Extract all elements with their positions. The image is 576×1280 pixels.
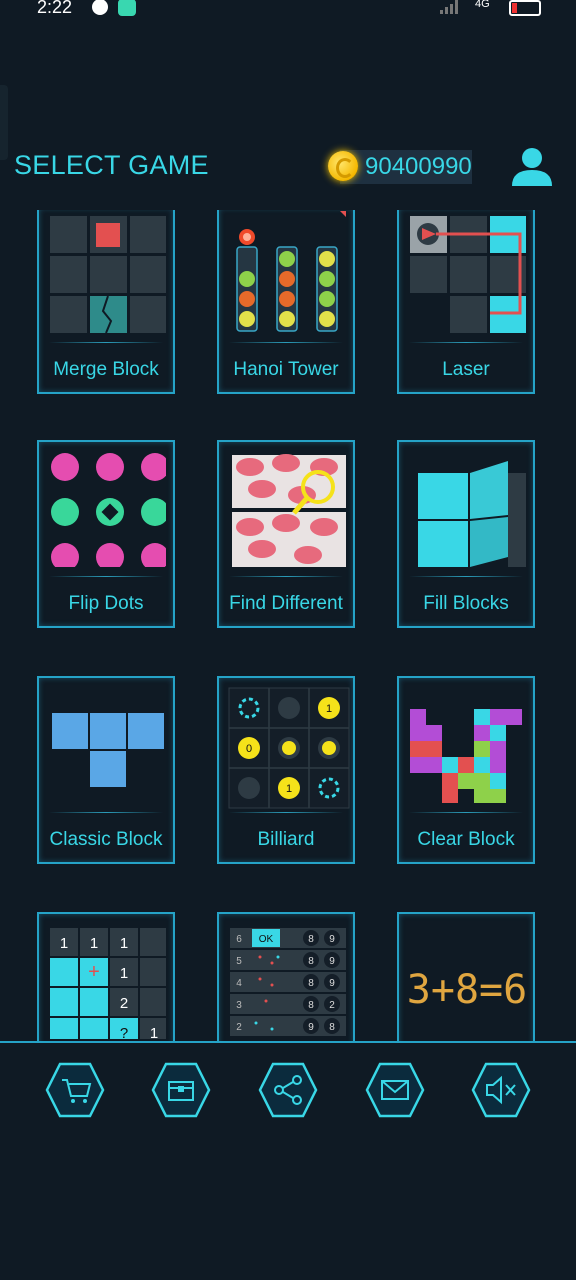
game-card-fill-blocks[interactable]: Fill Blocks (397, 440, 535, 628)
nonogram-thumbnail: + 1 1 1 1 2 ? 1 (50, 928, 166, 1039)
game-card-nonogram[interactable]: + 1 1 1 1 2 ? 1 (37, 912, 175, 1042)
share-button[interactable] (258, 1060, 318, 1120)
game-label: Laser (442, 359, 490, 380)
nonogram-clue: 1 (120, 935, 128, 952)
coin-balance: 90400990 (365, 153, 472, 180)
game-grid[interactable]: Merge Block Hanoi Tower Laser Flip Dots … (0, 210, 576, 1042)
card-divider (409, 342, 523, 343)
nonogram-clue: 1 (60, 935, 68, 952)
game-label: Hanoi Tower (233, 359, 339, 380)
bottom-toolbar (0, 1060, 576, 1122)
dice-value: 9 (308, 1022, 314, 1033)
card-divider (49, 576, 163, 577)
chest-button[interactable] (151, 1060, 211, 1120)
clear-block-thumbnail (410, 709, 522, 803)
classic-block-thumbnail (52, 713, 164, 787)
game-card-merge-block[interactable]: Merge Block (37, 210, 175, 394)
dice-row-number: 4 (236, 978, 242, 989)
nonogram-clue: ? (120, 1025, 128, 1039)
game-card-classic-block[interactable]: Classic Block (37, 676, 175, 864)
dice-value: 8 (329, 1022, 335, 1033)
battery-icon (509, 0, 541, 16)
dice-row-number: 3 (236, 1000, 242, 1011)
matchstick-thumbnail: 3+8=6 (408, 967, 526, 1013)
sound-off-icon (471, 1062, 531, 1118)
game-card-dice-puzzle[interactable]: OK 6 5 4 3 2 8 8 8 8 9 9 9 9 2 8 (217, 912, 355, 1042)
game-card-clear-block[interactable]: Clear Block (397, 676, 535, 864)
dice-value: 2 (329, 1000, 335, 1011)
game-label: Flip Dots (68, 593, 144, 614)
dice-value: 9 (329, 978, 335, 989)
dice-value: 8 (308, 978, 314, 989)
merge-block-thumbnail (50, 216, 166, 333)
dice-value: 8 (308, 956, 314, 967)
card-divider (229, 812, 343, 813)
svg-text:+: + (88, 961, 100, 983)
toolbar-divider (0, 1041, 576, 1043)
dice-value: 9 (329, 956, 335, 967)
game-label: Merge Block (53, 359, 159, 380)
card-divider (229, 576, 343, 577)
card-divider (409, 812, 523, 813)
status-bar: 2:22 4G (0, 0, 576, 20)
mail-icon (365, 1062, 425, 1118)
side-drawer-handle[interactable] (0, 85, 8, 160)
dice-row-number: 5 (236, 956, 242, 967)
game-card-matchstick[interactable]: 3+8=6 (397, 912, 535, 1042)
game-card-laser[interactable]: Laser (397, 210, 535, 394)
dice-ok-label: OK (259, 934, 274, 945)
game-card-billiard[interactable]: 1 0 1 Billiard (217, 676, 355, 864)
dice-value: 9 (329, 934, 335, 945)
dice-row-number: 6 (236, 934, 242, 945)
status-time: 2:22 (37, 0, 73, 17)
dice-value: 8 (308, 934, 314, 945)
shop-button[interactable] (45, 1060, 105, 1120)
nonogram-clue: 2 (120, 995, 128, 1012)
cart-icon (45, 1062, 105, 1118)
app-notification-icon (118, 0, 136, 16)
game-label: Clear Block (417, 829, 515, 850)
matchstick-equation: 3+8=6 (408, 967, 526, 1013)
card-divider (229, 342, 343, 343)
page-title: SELECT GAME (14, 150, 209, 180)
game-card-hanoi-tower[interactable]: Hanoi Tower (217, 210, 355, 394)
nonogram-clue: 1 (120, 965, 128, 982)
nonogram-clue: 1 (90, 935, 98, 952)
fill-blocks-thumbnail (418, 461, 526, 567)
game-label: Find Different (229, 593, 343, 614)
billiard-ball-number: 0 (246, 743, 252, 755)
mail-button[interactable] (365, 1060, 425, 1120)
dice-row-number: 2 (236, 1022, 242, 1033)
card-divider (49, 342, 163, 343)
find-different-thumbnail (232, 454, 346, 567)
game-card-find-different[interactable]: Find Different (217, 440, 355, 628)
billiard-thumbnail: 1 0 1 (228, 687, 350, 809)
dice-value: 8 (308, 1000, 314, 1011)
game-label: Fill Blocks (423, 593, 509, 614)
laser-thumbnail (410, 216, 526, 333)
game-label: Classic Block (49, 829, 163, 850)
dice-puzzle-thumbnail: OK 6 5 4 3 2 8 8 8 8 9 9 9 9 2 8 (230, 928, 346, 1036)
game-card-flip-dots[interactable]: Flip Dots (37, 440, 175, 628)
billiard-ball-number: 1 (286, 783, 292, 795)
flip-dots-thumbnail (51, 453, 166, 567)
coin-icon (328, 151, 358, 181)
chest-icon (151, 1062, 211, 1118)
signal-icon (440, 0, 458, 14)
share-icon (258, 1062, 318, 1118)
card-divider (49, 812, 163, 813)
network-type: 4G (475, 0, 490, 10)
nonogram-clue: 1 (150, 1025, 158, 1039)
sound-toggle-button[interactable] (471, 1060, 531, 1120)
hanoi-tower-thumbnail (236, 211, 346, 332)
user-icon[interactable] (508, 146, 556, 186)
messenger-icon (92, 0, 108, 15)
game-label: Billiard (257, 829, 315, 850)
billiard-ball-number: 1 (326, 703, 332, 715)
card-divider (409, 576, 523, 577)
